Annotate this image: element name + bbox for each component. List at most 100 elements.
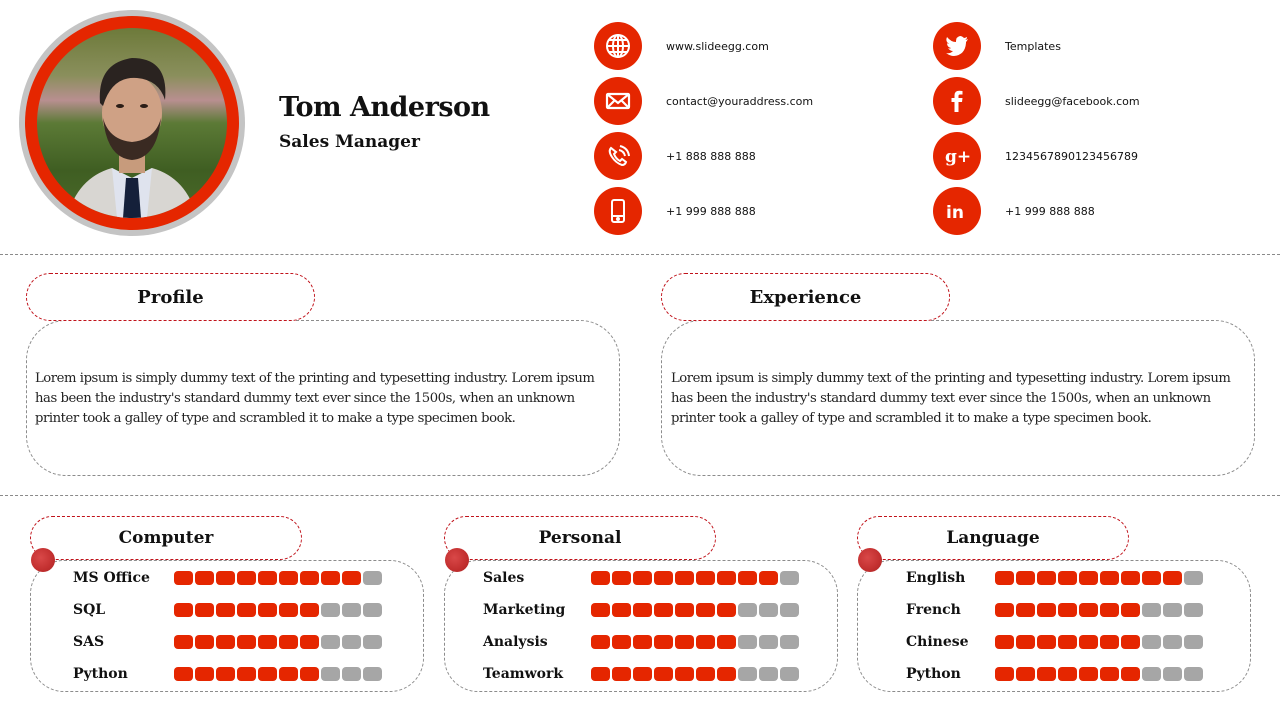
mobile-icon bbox=[594, 187, 642, 235]
skill-pill-empty bbox=[321, 635, 340, 649]
skill-pill-filled bbox=[237, 571, 256, 585]
skill-pill-empty bbox=[363, 635, 382, 649]
skill-pill-filled bbox=[591, 571, 610, 585]
contact-linkedin[interactable]: in +1 999 888 888 bbox=[933, 187, 1095, 235]
google-plus-icon: g+ bbox=[933, 132, 981, 180]
skill-pill-filled bbox=[1100, 667, 1119, 681]
skill-row: Analysis bbox=[483, 632, 799, 652]
skill-pill-filled bbox=[675, 667, 694, 681]
skill-pill-filled bbox=[300, 603, 319, 617]
skill-pill-filled bbox=[696, 571, 715, 585]
skill-pill-filled bbox=[279, 667, 298, 681]
skill-pill-empty bbox=[1163, 603, 1182, 617]
skill-pill-empty bbox=[321, 667, 340, 681]
skill-pill-filled bbox=[321, 571, 340, 585]
contact-website[interactable]: www.slideegg.com bbox=[594, 22, 769, 70]
skill-pill-filled bbox=[1037, 635, 1056, 649]
skill-pill-filled bbox=[195, 603, 214, 617]
skill-row: Teamwork bbox=[483, 664, 799, 684]
skill-pill-filled bbox=[342, 571, 361, 585]
skill-pill-empty bbox=[1163, 635, 1182, 649]
divider-top bbox=[0, 254, 1280, 255]
skill-pill-filled bbox=[654, 635, 673, 649]
skill-pill-filled bbox=[675, 603, 694, 617]
skill-pill-filled bbox=[279, 571, 298, 585]
skill-pill-filled bbox=[216, 571, 235, 585]
contact-facebook[interactable]: slideegg@facebook.com bbox=[933, 77, 1140, 125]
skill-pill-empty bbox=[1184, 635, 1203, 649]
skill-pill-empty bbox=[1184, 603, 1203, 617]
facebook-icon bbox=[933, 77, 981, 125]
skill-pill-empty bbox=[738, 603, 757, 617]
person-name: Tom Anderson bbox=[279, 92, 490, 123]
skill-label: Sales bbox=[483, 570, 525, 586]
contact-text: slideegg@facebook.com bbox=[1005, 94, 1140, 108]
skill-pill-filled bbox=[1058, 571, 1077, 585]
skill-pill-filled bbox=[1079, 603, 1098, 617]
skill-row: MS Office bbox=[73, 568, 382, 588]
skill-pill-filled bbox=[1016, 603, 1035, 617]
contact-text: +1 888 888 888 bbox=[666, 149, 756, 163]
skill-pill-filled bbox=[1037, 571, 1056, 585]
skill-level-meter bbox=[591, 667, 799, 681]
skill-pill-filled bbox=[1142, 571, 1161, 585]
skill-pill-filled bbox=[612, 667, 631, 681]
skill-pill-filled bbox=[174, 667, 193, 681]
contact-text: www.slideegg.com bbox=[666, 39, 769, 53]
skill-pill-filled bbox=[995, 667, 1014, 681]
skill-pill-filled bbox=[1121, 667, 1140, 681]
skill-pill-filled bbox=[1121, 635, 1140, 649]
skill-row: SAS bbox=[73, 632, 382, 652]
skill-pill-filled bbox=[174, 635, 193, 649]
phone-icon bbox=[594, 132, 642, 180]
skill-pill-filled bbox=[1058, 667, 1077, 681]
skill-pill-empty bbox=[321, 603, 340, 617]
contact-email[interactable]: contact@youraddress.com bbox=[594, 77, 813, 125]
skill-pill-filled bbox=[717, 635, 736, 649]
skill-pill-filled bbox=[591, 635, 610, 649]
skill-pill-filled bbox=[654, 571, 673, 585]
skill-pill-empty bbox=[738, 667, 757, 681]
skill-pill-filled bbox=[591, 667, 610, 681]
skill-pill-filled bbox=[237, 635, 256, 649]
skill-pill-filled bbox=[1100, 635, 1119, 649]
skill-pill-filled bbox=[612, 603, 631, 617]
skill-pill-filled bbox=[1058, 603, 1077, 617]
contact-text: +1 999 888 888 bbox=[666, 204, 756, 218]
contact-text: contact@youraddress.com bbox=[666, 94, 814, 108]
contact-mobile[interactable]: +1 999 888 888 bbox=[594, 187, 756, 235]
skill-pill-filled bbox=[1079, 571, 1098, 585]
contact-phone[interactable]: +1 888 888 888 bbox=[594, 132, 756, 180]
skill-pill-filled bbox=[1016, 571, 1035, 585]
skill-pill-empty bbox=[363, 571, 382, 585]
experience-text: Lorem ipsum is simply dummy text of the … bbox=[671, 371, 1231, 426]
contact-twitter[interactable]: Templates bbox=[933, 22, 1061, 70]
skill-label: Marketing bbox=[483, 602, 566, 618]
skill-pill-filled bbox=[300, 667, 319, 681]
skill-pill-filled bbox=[717, 603, 736, 617]
skill-pill-filled bbox=[1121, 603, 1140, 617]
skill-level-meter bbox=[591, 603, 799, 617]
skill-pill-filled bbox=[1016, 667, 1035, 681]
skill-level-meter bbox=[995, 667, 1203, 681]
skill-level-meter bbox=[174, 635, 382, 649]
skill-level-meter bbox=[995, 603, 1203, 617]
experience-heading: Experience bbox=[661, 273, 950, 321]
skill-level-meter bbox=[174, 571, 382, 585]
skill-pill-empty bbox=[342, 667, 361, 681]
skill-pill-filled bbox=[633, 571, 652, 585]
skill-pill-filled bbox=[1100, 571, 1119, 585]
profile-text: Lorem ipsum is simply dummy text of the … bbox=[35, 371, 595, 426]
skill-pill-filled bbox=[654, 603, 673, 617]
profile-heading: Profile bbox=[26, 273, 315, 321]
skill-pill-empty bbox=[1184, 571, 1203, 585]
skill-pill-empty bbox=[759, 667, 778, 681]
skill-pill-empty bbox=[1142, 635, 1161, 649]
personal-skills-heading: Personal bbox=[444, 516, 716, 560]
contact-google-plus[interactable]: g+ 1234567890123456789 bbox=[933, 132, 1138, 180]
skill-pill-filled bbox=[1058, 635, 1077, 649]
bullet-dot-icon bbox=[31, 548, 55, 572]
bullet-dot-icon bbox=[445, 548, 469, 572]
skill-label: Analysis bbox=[483, 634, 548, 650]
avatar-red-border bbox=[25, 16, 239, 230]
